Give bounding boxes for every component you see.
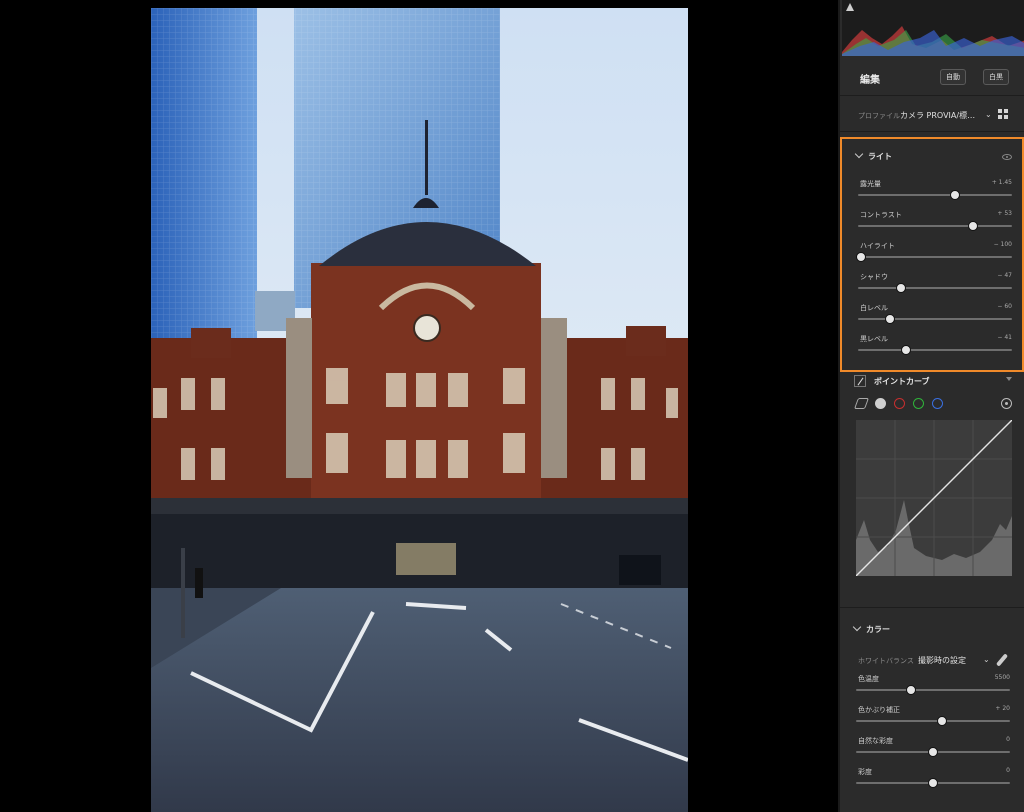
shadows-slider-label: シャドウ: [860, 273, 888, 281]
tint-slider-thumb[interactable]: [937, 716, 948, 726]
histogram[interactable]: [842, 0, 1024, 56]
parametric-curve-icon[interactable]: [853, 398, 870, 409]
light-title: ライト: [868, 152, 892, 161]
eyedropper-icon[interactable]: [995, 653, 1009, 667]
highlights-slider[interactable]: ハイライト − 100: [856, 241, 1012, 267]
contrast-slider-track[interactable]: [858, 225, 1012, 227]
curve-icon: [854, 374, 866, 387]
point-curve-header[interactable]: ポイントカーブ: [854, 374, 930, 389]
contrast-slider[interactable]: コントラスト + 53: [858, 210, 1012, 236]
whites-slider-track[interactable]: [858, 318, 1012, 320]
photo-canvas: [0, 0, 838, 812]
exposure-slider-thumb[interactable]: [950, 190, 961, 200]
profile-select[interactable]: カメラ PROVIA/標…: [900, 110, 980, 121]
vibrance-slider-thumb[interactable]: [928, 747, 938, 757]
develop-panel: 編集 自動 白黒 プロファイル カメラ PROVIA/標… ⌄ ライト 露光量 +…: [838, 0, 1024, 812]
color-section: カラー ホワイトバランス 撮影時の設定 ⌄ 色温度 5500 色かぶり補正 + 20 自…: [840, 612, 1024, 812]
contrast-slider-label: コントラスト: [860, 211, 902, 219]
photo-preview[interactable]: [151, 8, 688, 812]
shadows-slider-value[interactable]: − 47: [997, 272, 1012, 279]
edit-header: 編集 自動 白黒: [840, 58, 1024, 96]
saturation-slider-thumb[interactable]: [928, 778, 938, 788]
exposure-slider-track[interactable]: [858, 194, 1012, 196]
profile-row: プロファイル カメラ PROVIA/標… ⌄: [840, 98, 1024, 132]
chevron-down-icon: [854, 149, 864, 159]
whites-slider-value[interactable]: − 60: [997, 303, 1012, 310]
auto-button[interactable]: 自動: [940, 69, 966, 85]
tokyo-station-photo: [151, 8, 688, 812]
chevron-down-icon: [852, 622, 862, 632]
blacks-slider-value[interactable]: − 41: [997, 334, 1012, 341]
exposure-slider-label: 露光量: [860, 180, 881, 188]
shadows-slider-thumb[interactable]: [896, 283, 907, 293]
light-section-header[interactable]: ライト: [854, 149, 892, 162]
visibility-eye-icon[interactable]: [1002, 154, 1012, 160]
blue-channel-icon[interactable]: [932, 398, 943, 409]
color-section-header[interactable]: カラー: [852, 622, 890, 635]
saturation-slider-value[interactable]: 0: [1006, 767, 1010, 774]
blacks-slider-label: 黒レベル: [860, 335, 888, 343]
histogram-graph: [842, 26, 1024, 56]
rgb-channel-icon[interactable]: [875, 398, 886, 409]
highlights-slider-value[interactable]: − 100: [994, 241, 1012, 248]
highlights-slider-track[interactable]: [858, 256, 1012, 258]
temperature-slider[interactable]: 色温度 5500: [856, 674, 1010, 700]
whites-slider-thumb[interactable]: [885, 314, 896, 324]
shadows-slider-track[interactable]: [858, 287, 1012, 289]
curve-menu-icon[interactable]: [1006, 377, 1012, 381]
tone-curve-svg: [855, 419, 1013, 577]
contrast-slider-thumb[interactable]: [967, 221, 978, 231]
profile-browser-icon[interactable]: [998, 109, 1010, 121]
shadows-slider[interactable]: シャドウ − 47: [858, 272, 1012, 298]
saturation-slider[interactable]: 彩度 0: [856, 767, 1010, 793]
vibrance-slider-label: 自然な彩度: [858, 737, 893, 745]
highlights-slider-thumb[interactable]: [856, 252, 867, 262]
saturation-slider-label: 彩度: [858, 768, 872, 776]
point-curve-title: ポイントカーブ: [874, 377, 930, 386]
chevron-down-icon[interactable]: ⌄: [983, 655, 990, 664]
black-white-button[interactable]: 白黒: [983, 69, 1009, 85]
whites-slider-label: 白レベル: [860, 304, 888, 312]
exposure-slider[interactable]: 露光量 + 1.45: [858, 179, 1012, 205]
blacks-slider-thumb[interactable]: [900, 345, 911, 355]
red-channel-icon[interactable]: [894, 398, 905, 409]
blacks-slider[interactable]: 黒レベル − 41: [858, 334, 1012, 360]
target-adjust-icon[interactable]: [1001, 398, 1012, 409]
tint-slider-label: 色かぶり補正: [858, 706, 900, 714]
exposure-slider-value[interactable]: + 1.45: [992, 179, 1012, 186]
tint-slider-value[interactable]: + 20: [995, 705, 1010, 712]
green-channel-icon[interactable]: [913, 398, 924, 409]
edit-title: 編集: [860, 75, 880, 86]
temperature-slider-value[interactable]: 5500: [995, 674, 1010, 681]
temperature-slider-track[interactable]: [856, 689, 1010, 691]
blacks-slider-track[interactable]: [858, 349, 1012, 351]
chevron-down-icon[interactable]: ⌄: [985, 110, 992, 119]
point-curve-section: ポイントカーブ: [840, 372, 1024, 608]
tint-slider-track[interactable]: [856, 720, 1010, 722]
whites-slider[interactable]: 白レベル − 60: [858, 303, 1012, 329]
profile-label: プロファイル: [858, 112, 900, 120]
highlights-slider-label: ハイライト: [860, 242, 895, 250]
color-title: カラー: [866, 625, 890, 634]
white-balance-select[interactable]: 撮影時の設定: [918, 655, 966, 666]
temperature-slider-label: 色温度: [858, 675, 879, 683]
vibrance-slider[interactable]: 自然な彩度 0: [856, 736, 1010, 762]
temperature-slider-thumb[interactable]: [906, 685, 917, 695]
light-section: ライト 露光量 + 1.45 コントラスト + 53 ハイライト − 100 シャドウ − 4…: [840, 137, 1024, 372]
vibrance-slider-value[interactable]: 0: [1006, 736, 1010, 743]
tint-slider[interactable]: 色かぶり補正 + 20: [856, 705, 1010, 731]
tone-curve-graph[interactable]: [855, 419, 1013, 577]
white-balance-label: ホワイトバランス: [858, 657, 914, 665]
contrast-slider-value[interactable]: + 53: [997, 210, 1012, 217]
